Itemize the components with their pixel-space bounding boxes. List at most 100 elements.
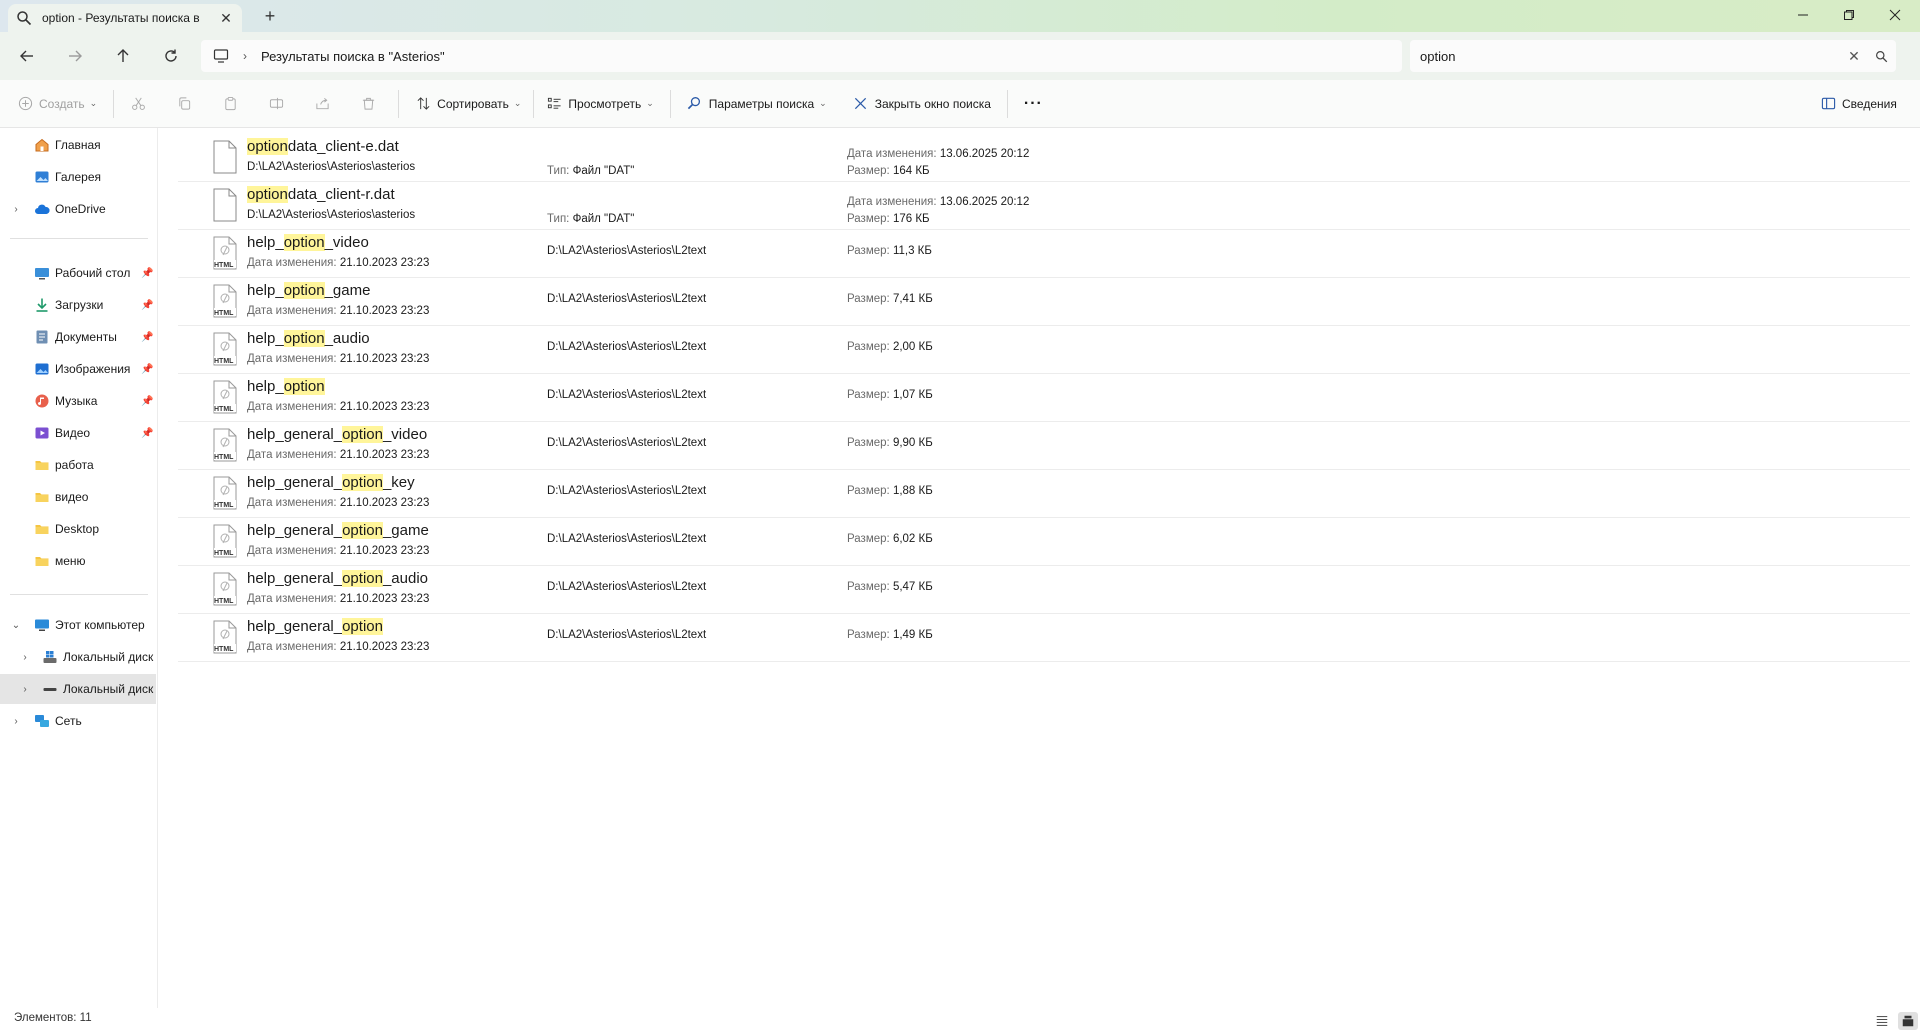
up-button[interactable] (111, 44, 135, 68)
sidebar-item-documents[interactable]: Документы 📌 (0, 322, 156, 352)
sidebar-item-local-disk[interactable]: › Локальный диск (0, 674, 156, 704)
file-name[interactable]: help_general_option_game (247, 522, 429, 539)
sidebar-item-onedrive[interactable]: › OneDrive (0, 194, 156, 224)
address-row: › Результаты поиска в "Asterios" option … (0, 32, 1920, 80)
chevron-down-icon[interactable]: ⌄ (10, 620, 22, 631)
html-badge: HTML (214, 310, 234, 317)
refresh-button[interactable] (159, 44, 183, 68)
file-modified: Дата изменения: 21.10.2023 23:23 (247, 545, 430, 557)
file-row[interactable]: HTML help_option Дата изменения: 21.10.202… (178, 374, 1910, 422)
file-name[interactable]: help_option_audio (247, 330, 370, 347)
chevron-right-icon[interactable]: › (19, 652, 31, 663)
file-name[interactable]: help_option_game (247, 282, 370, 299)
search-options-button[interactable]: Параметры поиска ⌄ (679, 88, 835, 120)
file-row[interactable]: optiondata_client-r.dat D:\LA2\Asterios\A… (178, 182, 1910, 230)
file-name[interactable]: optiondata_client-r.dat (247, 186, 395, 203)
file-path: D:\LA2\Asterios\Asterios\L2text (547, 293, 707, 305)
file-name[interactable]: help_general_option_key (247, 474, 415, 491)
file-row[interactable]: HTML help_general_option_key Дата изменени… (178, 470, 1910, 518)
sidebar-item-rabota[interactable]: работа (0, 450, 156, 480)
file-row[interactable]: HTML help_option_video Дата изменения: 21.… (178, 230, 1910, 278)
file-name[interactable]: help_general_option_video (247, 426, 427, 443)
chevron-right-icon[interactable]: › (10, 716, 22, 727)
address-bar[interactable]: › Результаты поиска в "Asterios" (201, 40, 1402, 72)
file-row[interactable]: HTML help_general_option_game Дата изменен… (178, 518, 1910, 566)
sidebar-item-menu[interactable]: меню (0, 546, 156, 576)
file-modified: Дата изменения: 21.10.2023 23:23 (247, 593, 430, 605)
sort-button[interactable]: Сортировать ⌄ (407, 88, 529, 120)
chevron-right-icon[interactable]: › (19, 684, 31, 695)
file-path: D:\LA2\Asterios\Asterios\L2text (547, 389, 707, 401)
paste-button[interactable] (214, 88, 252, 120)
folder-icon (34, 521, 50, 537)
share-button[interactable] (306, 88, 344, 120)
file-name[interactable]: help_general_option_audio (247, 570, 428, 587)
tab-search-results[interactable]: option - Результаты поиска в ✕ (8, 4, 242, 32)
sort-icon (415, 96, 431, 112)
chevron-right-icon[interactable]: › (243, 49, 247, 63)
file-path: D:\LA2\Asterios\Asterios\L2text (547, 581, 707, 593)
breadcrumb[interactable]: Результаты поиска в "Asterios" (261, 49, 445, 64)
restore-button[interactable] (1826, 0, 1872, 30)
new-tab-button[interactable]: + (260, 6, 280, 26)
file-row[interactable]: HTML help_option_game Дата изменения: 21.1… (178, 278, 1910, 326)
search-input[interactable]: option ✕ (1410, 40, 1896, 72)
sidebar-divider (10, 594, 148, 595)
back-button[interactable] (15, 44, 39, 68)
sidebar-item-local-disk[interactable]: › Локальный диск (0, 642, 156, 672)
sidebar-item-downloads[interactable]: Загрузки 📌 (0, 290, 156, 320)
html-file-icon: HTML (212, 284, 238, 318)
search-icon[interactable] (1866, 50, 1896, 63)
file-icon (212, 188, 238, 222)
sidebar-item-this-pc[interactable]: ⌄ Этот компьютер (0, 610, 156, 640)
rename-button[interactable] (260, 88, 298, 120)
copy-button[interactable] (168, 88, 206, 120)
delete-button[interactable] (352, 88, 390, 120)
clear-search-icon[interactable]: ✕ (1842, 48, 1866, 65)
toolbar-divider (1006, 89, 1008, 118)
file-row[interactable]: HTML help_general_option_video Дата измене… (178, 422, 1910, 470)
file-row[interactable]: optiondata_client-e.dat D:\LA2\Asterios\A… (178, 134, 1910, 182)
sidebar-item-home[interactable]: Главная (0, 130, 156, 160)
html-badge: HTML (214, 358, 234, 365)
close-window-button[interactable] (1872, 0, 1918, 30)
sidebar-item-video[interactable]: видео (0, 482, 156, 512)
file-name[interactable]: help_option (247, 378, 325, 395)
rename-icon (268, 96, 284, 112)
copy-icon (176, 96, 192, 112)
chevron-down-icon: ⌄ (646, 98, 654, 108)
sidebar-item-desktop-folder[interactable]: Desktop (0, 514, 156, 544)
file-row[interactable]: HTML help_option_audio Дата изменения: 21.… (178, 326, 1910, 374)
file-size: Размер: 6,02 КБ (847, 533, 933, 545)
tiles-view-icon[interactable] (1898, 1012, 1918, 1030)
close-search-button[interactable]: Закрыть окно поиска (845, 88, 999, 120)
more-options-icon[interactable]: ··· (1016, 88, 1051, 120)
sidebar-item-gallery[interactable]: Галерея (0, 162, 156, 192)
file-row[interactable]: HTML help_general_option_audio Дата измене… (178, 566, 1910, 614)
search-value[interactable]: option (1420, 49, 1842, 64)
chevron-right-icon[interactable]: › (10, 204, 22, 215)
sort-label: Сортировать (437, 96, 509, 111)
sidebar-item-label: Desktop (55, 522, 100, 536)
minimize-button[interactable] (1780, 0, 1826, 30)
file-name[interactable]: help_option_video (247, 234, 369, 251)
cut-button[interactable] (122, 88, 160, 120)
sidebar-item-network[interactable]: › Сеть (0, 706, 156, 736)
file-row[interactable]: HTML help_general_option Дата изменения: 2… (178, 614, 1910, 662)
view-button[interactable]: Просмотреть ⌄ (538, 88, 661, 120)
details-view-icon[interactable] (1872, 1012, 1892, 1030)
forward-button[interactable] (63, 44, 87, 68)
file-name[interactable]: help_general_option (247, 618, 383, 635)
sidebar-item-videos[interactable]: Видео 📌 (0, 418, 156, 448)
search-highlight: option (342, 426, 383, 443)
sidebar-item-music[interactable]: Музыка 📌 (0, 386, 156, 416)
sidebar-item-pictures[interactable]: Изображения 📌 (0, 354, 156, 384)
minimize-icon (1798, 14, 1808, 16)
create-button[interactable]: Создать ⌄ (9, 88, 105, 120)
details-pane-button[interactable]: Сведения (1812, 88, 1905, 120)
tab-close-icon[interactable]: ✕ (218, 10, 234, 26)
details-label: Сведения (1842, 96, 1897, 111)
sidebar-item-desktop[interactable]: Рабочий стол 📌 (0, 258, 156, 288)
file-name[interactable]: optiondata_client-e.dat (247, 138, 399, 155)
view-switcher (1872, 1012, 1918, 1030)
